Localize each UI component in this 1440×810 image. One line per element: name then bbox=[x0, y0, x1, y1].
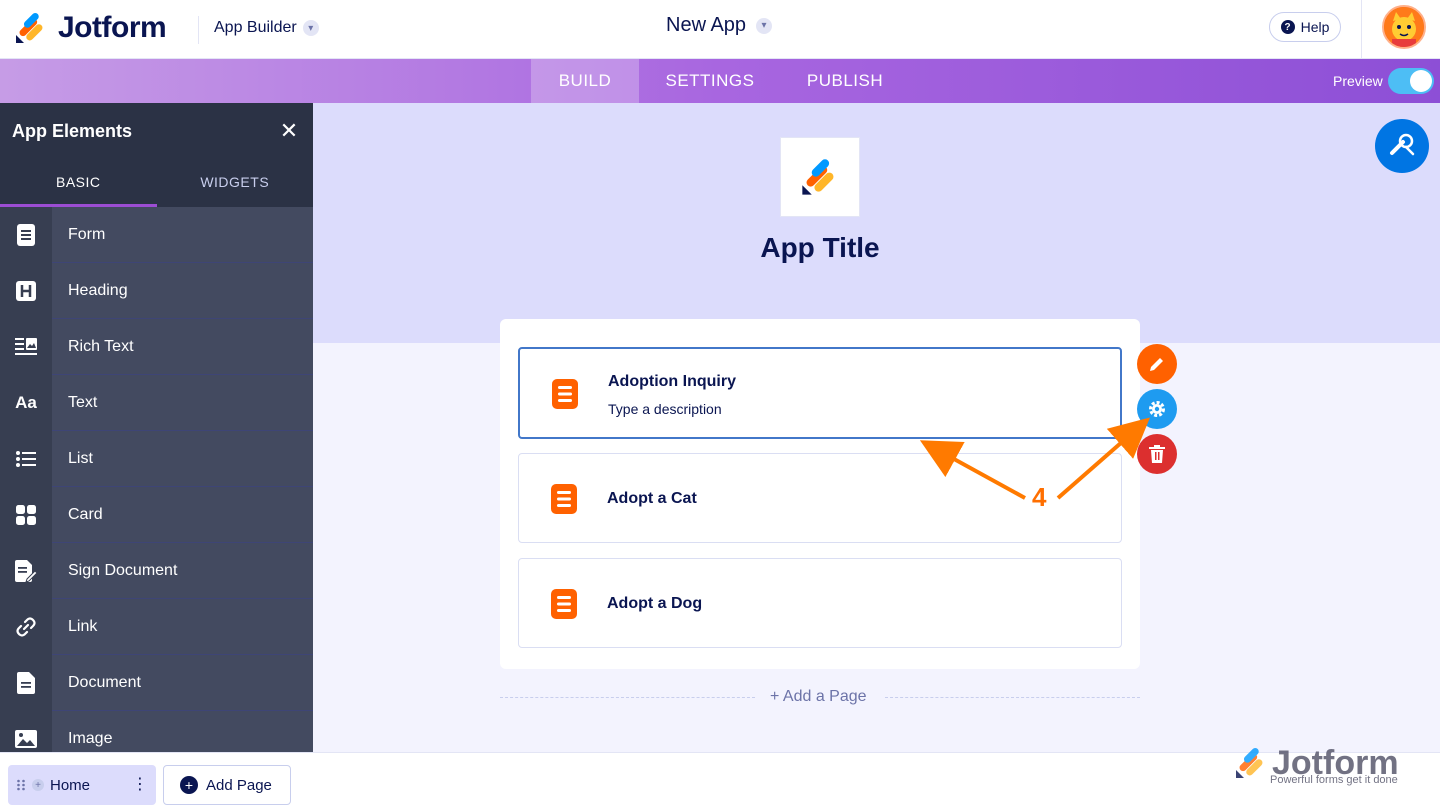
close-icon[interactable]: ✕ bbox=[277, 118, 301, 144]
chevron-down-icon: ▾ bbox=[756, 17, 773, 34]
page-description[interactable]: Type a description bbox=[608, 401, 722, 417]
element-form[interactable]: Form bbox=[0, 206, 313, 263]
drag-handle-icon[interactable] bbox=[16, 778, 26, 792]
element-label: Heading bbox=[68, 281, 128, 299]
element-rich-text[interactable]: Rich Text bbox=[0, 318, 313, 375]
page-title: Adopt a Dog bbox=[607, 595, 703, 612]
app-header-area[interactable] bbox=[313, 103, 1440, 343]
jotform-logo[interactable]: Jotform bbox=[14, 11, 167, 45]
jotform-watermark: Jotform Powerful forms get it done bbox=[1234, 744, 1434, 792]
element-label: List bbox=[68, 449, 93, 467]
element-card[interactable]: Card bbox=[0, 486, 313, 543]
element-label: Document bbox=[68, 673, 141, 691]
divider-line bbox=[885, 697, 1140, 698]
brand-name: Jotform bbox=[58, 11, 167, 44]
form-icon bbox=[551, 484, 577, 514]
page-tab-label: Home bbox=[50, 776, 91, 794]
rich-text-icon bbox=[0, 318, 52, 375]
add-page-button[interactable]: + Add Page bbox=[163, 765, 291, 805]
jotform-logo-icon bbox=[16, 12, 43, 43]
more-options-icon[interactable]: ⋮ bbox=[132, 777, 148, 793]
document-icon bbox=[0, 654, 52, 711]
element-document[interactable]: Document bbox=[0, 654, 313, 711]
page-title: Adoption Inquiry bbox=[608, 373, 736, 390]
watermark-tagline: Powerful forms get it done bbox=[1270, 774, 1398, 786]
preview-toggle[interactable] bbox=[1388, 68, 1434, 94]
chevron-down-icon: ▾ bbox=[302, 20, 319, 36]
heading-icon bbox=[0, 262, 52, 319]
list-icon bbox=[0, 430, 52, 487]
app-title[interactable]: App Title bbox=[620, 232, 1020, 264]
image-icon bbox=[0, 710, 52, 752]
element-sign-document[interactable]: Sign Document bbox=[0, 542, 313, 599]
element-heading[interactable]: Heading bbox=[0, 262, 313, 319]
link-icon bbox=[0, 598, 52, 655]
pencil-icon bbox=[1150, 358, 1163, 371]
element-list[interactable]: List bbox=[0, 430, 313, 487]
page-item-adopt-a-dog[interactable]: Adopt a Dog bbox=[518, 558, 1122, 648]
annotation-step-number: 4 bbox=[1032, 482, 1047, 512]
app-elements-panel: App Elements ✕ BASIC WIDGETS Form Headin… bbox=[0, 103, 313, 752]
toggle-knob bbox=[1410, 70, 1432, 92]
preview-label: Preview bbox=[1333, 73, 1383, 89]
app-logo[interactable] bbox=[780, 137, 860, 217]
element-image[interactable]: Image bbox=[0, 710, 313, 752]
panel-title: App Elements bbox=[12, 120, 133, 141]
text-icon: Aa bbox=[0, 374, 52, 431]
paint-roller-icon bbox=[1390, 133, 1415, 156]
app-name-menu[interactable]: New App ▾ bbox=[666, 14, 773, 37]
form-icon bbox=[0, 206, 52, 263]
sign-document-icon bbox=[0, 542, 52, 599]
avatar-cat-icon bbox=[1384, 7, 1424, 47]
card-icon bbox=[0, 486, 52, 543]
element-label: Text bbox=[68, 393, 98, 411]
app-builder-label: App Builder bbox=[214, 19, 297, 36]
tab-build[interactable]: BUILD bbox=[531, 59, 639, 103]
jotform-logo-icon bbox=[1236, 747, 1263, 778]
edit-page-button[interactable] bbox=[1137, 344, 1177, 384]
tab-publish[interactable]: PUBLISH bbox=[790, 59, 900, 103]
tab-settings[interactable]: SETTINGS bbox=[650, 59, 770, 103]
jotform-logo-icon bbox=[802, 159, 834, 195]
app-builder-menu[interactable]: App Builder ▾ bbox=[214, 19, 319, 37]
tab-widgets[interactable]: WIDGETS bbox=[157, 159, 314, 207]
add-a-page-link[interactable]: + Add a Page bbox=[770, 688, 867, 706]
element-text[interactable]: Aa Text bbox=[0, 374, 313, 431]
pages-bar: + Home ⋮ + Add Page bbox=[0, 752, 1440, 810]
element-label: Link bbox=[68, 617, 98, 635]
element-label: Card bbox=[68, 505, 103, 523]
element-label: Rich Text bbox=[68, 337, 134, 355]
element-link[interactable]: Link bbox=[0, 598, 313, 655]
page-tab-home[interactable]: + Home ⋮ bbox=[8, 765, 156, 805]
help-icon: ? bbox=[1280, 20, 1295, 34]
avatar[interactable] bbox=[1382, 5, 1426, 49]
top-header: Jotform App Builder ▾ New App ▾ ? Help bbox=[0, 0, 1440, 59]
home-icon: + bbox=[32, 779, 44, 791]
add-page-label: Add Page bbox=[206, 776, 272, 794]
tab-basic[interactable]: BASIC bbox=[0, 159, 157, 207]
header-divider bbox=[198, 16, 199, 44]
app-designer-button[interactable] bbox=[1375, 119, 1429, 173]
form-icon bbox=[551, 589, 577, 619]
builder-nav: BUILD SETTINGS PUBLISH Preview bbox=[0, 59, 1440, 103]
help-button[interactable]: ? Help bbox=[1269, 12, 1341, 42]
header-divider bbox=[1361, 0, 1362, 59]
panel-tabs: BASIC WIDGETS bbox=[0, 159, 313, 207]
divider-line bbox=[500, 697, 755, 698]
help-label: Help bbox=[1300, 19, 1330, 35]
element-label: Form bbox=[68, 225, 106, 243]
app-name: New App bbox=[666, 14, 747, 36]
plus-icon: + bbox=[180, 776, 198, 794]
panel-header: App Elements ✕ bbox=[0, 103, 313, 159]
element-label: Sign Document bbox=[68, 561, 178, 579]
form-icon bbox=[552, 379, 578, 409]
element-label: Image bbox=[68, 729, 113, 747]
page-title: Adopt a Cat bbox=[607, 490, 697, 507]
